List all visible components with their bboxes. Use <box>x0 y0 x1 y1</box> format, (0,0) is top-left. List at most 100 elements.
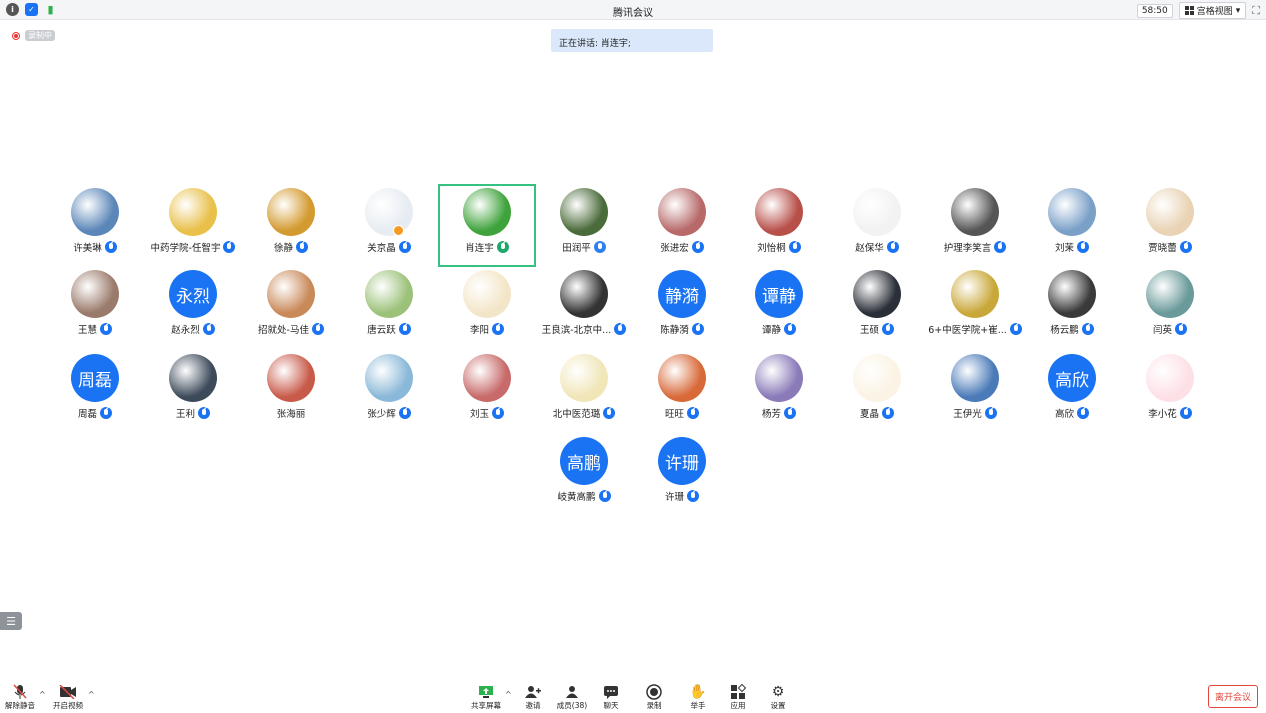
participant-tile[interactable]: 王良滨-北京中... <box>535 266 633 349</box>
participant-tile[interactable]: 王硕 <box>828 266 926 349</box>
participant-tile[interactable]: 张进宏 <box>633 184 731 267</box>
mic-muted-icon <box>1077 241 1089 253</box>
participant-tile[interactable]: 许美琳 <box>46 184 144 267</box>
fullscreen-icon[interactable]: ⛶ <box>1252 4 1260 18</box>
mic-muted-icon <box>1179 241 1192 253</box>
participant-tile[interactable]: 中药学院-任智宇 <box>144 184 242 267</box>
participant-tile[interactable]: 刘怡桐 <box>730 184 828 267</box>
chat-icon <box>591 683 631 700</box>
participant-tile[interactable]: 李阳 <box>438 266 536 349</box>
participant-name-line: 旺旺 <box>633 406 731 420</box>
participant-tile[interactable]: 高鹏 岐黄高鹏 <box>535 433 633 516</box>
raise-hand-button[interactable]: ✋ 举手 <box>678 683 718 711</box>
participant-name: 王利 <box>175 409 195 420</box>
participant-tile[interactable]: 刘玉 <box>438 350 536 433</box>
participant-tile[interactable]: 护理李笑言 <box>926 184 1024 267</box>
participant-name: 王硕 <box>859 325 879 336</box>
participant-tile[interactable]: 夏晶 <box>828 350 926 433</box>
participant-tile[interactable]: 招就处-马佳 <box>242 266 340 349</box>
start-video-button[interactable]: 开启视频 <box>48 683 88 711</box>
participant-name-line: 王伊光 <box>926 406 1024 420</box>
participant-tile[interactable]: 杨云鹏 <box>1023 266 1121 349</box>
invite-button[interactable]: 邀请 <box>513 683 553 711</box>
participant-tile[interactable]: 肖连宇 <box>438 184 536 267</box>
participant-name-line: 徐静 <box>242 240 340 254</box>
mic-muted-icon <box>984 407 997 419</box>
participant-tile[interactable]: 谭静 谭静 <box>730 266 828 349</box>
participant-name-line: 唐云跃 <box>340 322 438 336</box>
members-button[interactable]: 成员(38) <box>552 683 592 711</box>
member-list-toggle[interactable]: ☰ <box>0 612 22 630</box>
share-options-chevron-icon[interactable]: ^ <box>505 690 512 699</box>
mic-muted-icon <box>296 241 308 253</box>
participant-name: 北中医范璐 <box>552 409 601 420</box>
participant-tile[interactable]: 张海丽 <box>242 350 340 433</box>
apps-button[interactable]: 应用 <box>718 683 758 711</box>
participant-name: 关京晶 <box>367 243 396 254</box>
participant-name: 许美琳 <box>73 243 102 254</box>
participant-name: 贾晓蕾 <box>1148 243 1177 254</box>
participant-name: 周磊 <box>77 409 97 420</box>
leave-meeting-button[interactable]: 离开会议 <box>1208 685 1258 708</box>
participant-tile[interactable]: 李小花 <box>1121 350 1219 433</box>
settings-label: 设置 <box>770 701 786 710</box>
mic-muted-icon <box>886 241 899 253</box>
avatar <box>658 354 706 402</box>
participant-tile[interactable]: 贾晓蕾 <box>1121 184 1219 267</box>
participant-tile[interactable]: 旺旺 <box>633 350 731 433</box>
participant-tile[interactable]: 田润平 <box>535 184 633 267</box>
mic-on-icon <box>496 241 509 253</box>
mic-muted-icon <box>1009 323 1022 335</box>
chat-button[interactable]: 聊天 <box>591 683 631 711</box>
participant-tile[interactable]: 王伊光 <box>926 350 1024 433</box>
avatar <box>1048 188 1096 236</box>
participant-tile[interactable]: 赵保华 <box>828 184 926 267</box>
participant-tile[interactable]: 王慧 <box>46 266 144 349</box>
view-mode-button[interactable]: 宫格视图 ▾ <box>1178 2 1247 19</box>
audio-options-chevron-icon[interactable]: ^ <box>39 690 46 699</box>
participant-tile[interactable]: 徐静 <box>242 184 340 267</box>
video-off-icon <box>48 683 88 700</box>
video-options-chevron-icon[interactable]: ^ <box>88 690 95 699</box>
participant-tile[interactable]: 高欣 高欣 <box>1023 350 1121 433</box>
participant-tile[interactable]: 关京晶 <box>340 184 438 267</box>
mic-muted-icon <box>223 241 236 253</box>
participant-tile[interactable]: 北中医范璐 <box>535 350 633 433</box>
participant-name-line: 张进宏 <box>633 240 731 254</box>
apps-label: 应用 <box>730 701 746 710</box>
recording-indicator: 录制中 <box>12 30 55 41</box>
avatar: 周磊 <box>71 354 119 402</box>
mic-muted-icon <box>1179 407 1192 419</box>
participant-name-line: 杨云鹏 <box>1023 322 1121 336</box>
participant-name: 高欣 <box>1054 409 1074 420</box>
unmute-button[interactable]: 解除静音 <box>0 683 40 711</box>
share-screen-button[interactable]: 共享屏幕 <box>466 683 506 711</box>
participant-tile[interactable]: 刘茉 <box>1023 184 1121 267</box>
avatar <box>267 188 315 236</box>
avatar <box>951 354 999 402</box>
participant-tile[interactable]: 唐云跃 <box>340 266 438 349</box>
participant-tile[interactable]: 周磊 周磊 <box>46 350 144 433</box>
mic-muted-icon <box>784 407 796 419</box>
participant-tile[interactable]: 6+中医学院+崔... <box>926 266 1024 349</box>
record-icon <box>634 683 674 700</box>
avatar <box>365 270 413 318</box>
mic-muted-icon <box>398 407 411 419</box>
participant-name-line: 肖连宇 <box>440 240 534 254</box>
participant-name-line: 闫英 <box>1121 322 1219 336</box>
participant-tile[interactable]: 王利 <box>144 350 242 433</box>
avatar: 永烈 <box>169 270 217 318</box>
participant-tile[interactable]: 永烈 赵永烈 <box>144 266 242 349</box>
participant-name: 唐云跃 <box>367 325 396 336</box>
mic-muted-icon <box>788 241 801 253</box>
participant-tile[interactable]: 静漪 陈静漪 <box>633 266 731 349</box>
participant-name-line: 护理李笑言 <box>926 240 1024 254</box>
participant-tile[interactable]: 杨芳 <box>730 350 828 433</box>
participant-name-line: 谭静 <box>730 322 828 336</box>
participant-tile[interactable]: 闫英 <box>1121 266 1219 349</box>
record-button[interactable]: 录制 <box>634 683 674 711</box>
participant-tile[interactable]: 张少辉 <box>340 350 438 433</box>
participant-name-line: 高欣 <box>1023 406 1121 420</box>
participant-tile[interactable]: 许珊 许珊 <box>633 433 731 516</box>
settings-button[interactable]: ⚙ 设置 <box>758 683 798 711</box>
